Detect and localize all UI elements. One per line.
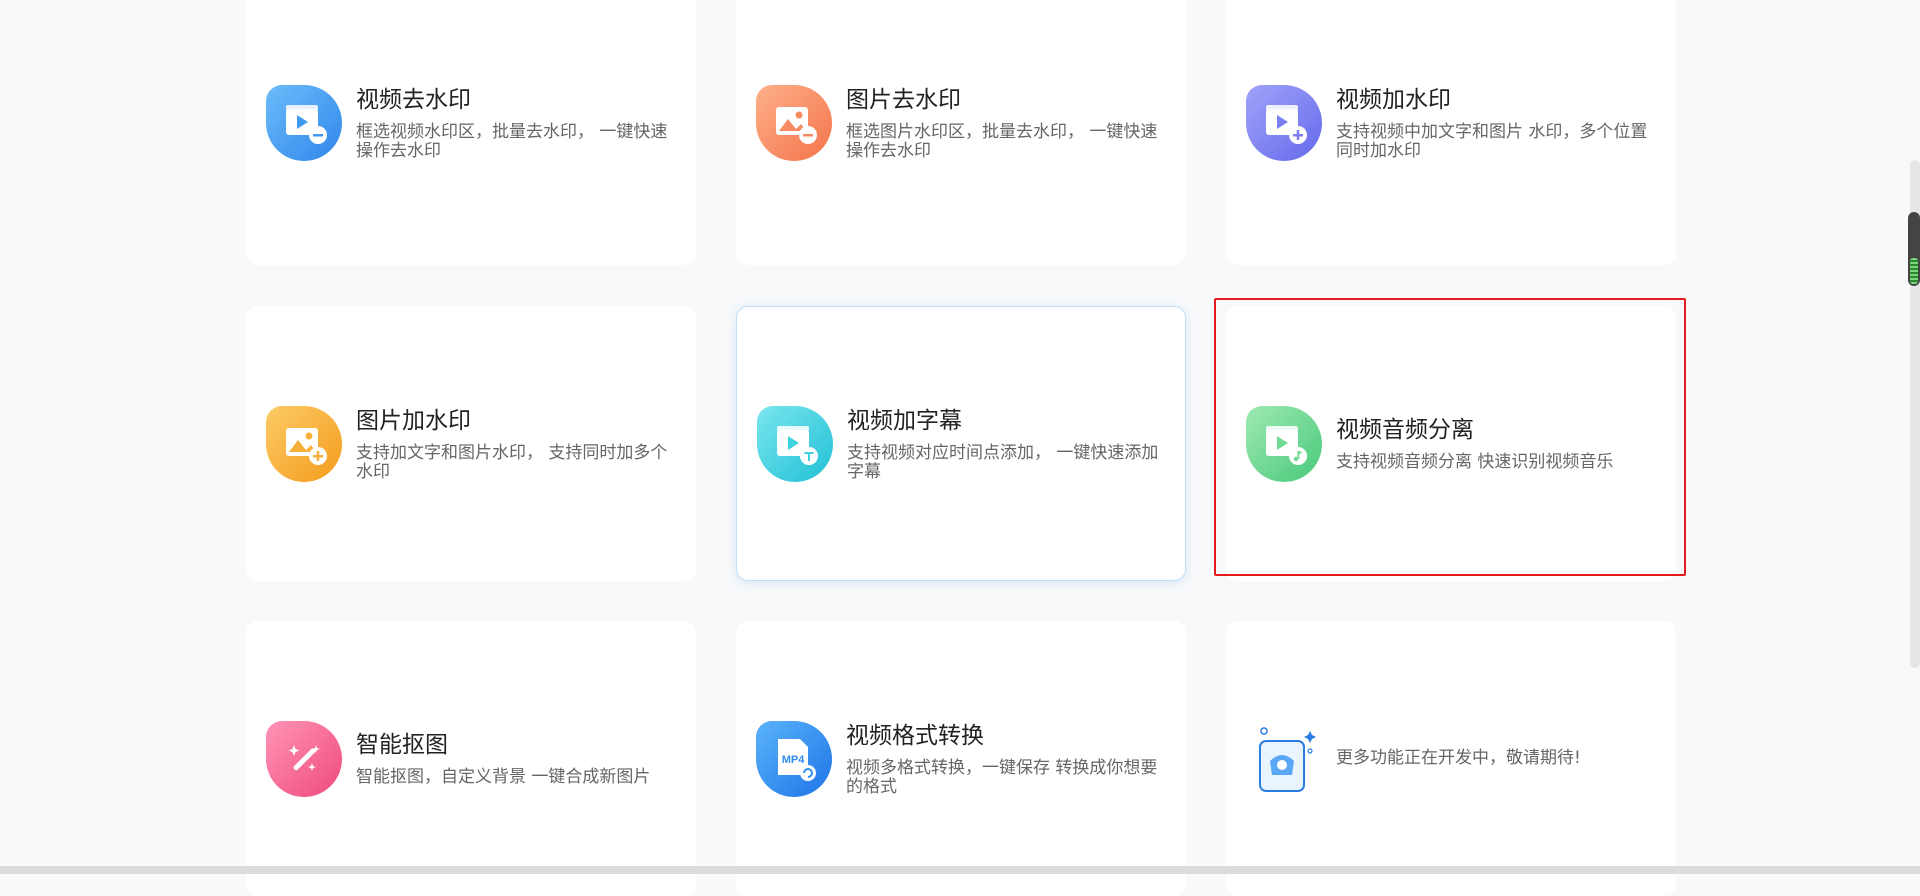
- video-subtitle-icon: [757, 405, 833, 482]
- card-title: 视频格式转换: [846, 722, 984, 749]
- card-desc: 支持加文字和图片水印， 支持同时加多个水印: [356, 442, 668, 482]
- card-video-remove-watermark[interactable]: 视频去水印 框选视频水印区，批量去水印， 一键快速操作去水印: [246, 0, 696, 265]
- mp4-convert-icon: MP4: [756, 720, 832, 797]
- horizontal-scrollbar[interactable]: [0, 866, 1920, 874]
- card-image-remove-watermark[interactable]: 图片去水印 框选图片水印区，批量去水印， 一键快速操作去水印: [736, 0, 1186, 265]
- card-title: 视频加字幕: [847, 407, 962, 434]
- image-remove-watermark-icon: [756, 84, 832, 161]
- scrollbar-grip: [1910, 258, 1918, 284]
- card-title: 智能抠图: [356, 732, 448, 758]
- video-add-watermark-icon: [1246, 84, 1322, 161]
- card-video-subtitle[interactable]: 视频加字幕 支持视频对应时间点添加， 一键快速添加字幕: [736, 306, 1186, 581]
- card-video-format-convert[interactable]: MP4 视频格式转换 视频多格式转换，一键保存 转换成你想要的格式: [736, 621, 1186, 896]
- card-desc: 框选视频水印区，批量去水印， 一键快速操作去水印: [356, 121, 668, 161]
- video-remove-watermark-icon: [266, 84, 342, 161]
- card-desc: 框选图片水印区，批量去水印， 一键快速操作去水印: [846, 121, 1158, 161]
- card-desc: 视频多格式转换，一键保存 转换成你想要的格式: [846, 757, 1158, 797]
- image-add-watermark-icon: [266, 405, 342, 482]
- card-audio-separation[interactable]: 视频音频分离 支持视频音频分离 快速识别视频音乐: [1226, 306, 1676, 581]
- coming-soon-illustration-icon: [1246, 721, 1322, 797]
- card-title: 视频音频分离: [1336, 417, 1474, 443]
- card-title: 图片加水印: [356, 407, 471, 434]
- card-desc: 智能抠图，自定义背景 一键合成新图片: [356, 767, 651, 787]
- card-image-add-watermark[interactable]: 图片加水印 支持加文字和图片水印， 支持同时加多个水印: [246, 306, 696, 581]
- mp4-badge-text: MP4: [782, 754, 806, 766]
- card-desc: 支持视频对应时间点添加， 一键快速添加字幕: [847, 442, 1159, 482]
- card-desc: 支持视频中加文字和图片 水印，多个位置同时加水印: [1336, 121, 1648, 161]
- card-video-add-watermark[interactable]: 视频加水印 支持视频中加文字和图片 水印，多个位置同时加水印: [1226, 0, 1676, 265]
- audio-separation-icon: [1246, 405, 1322, 482]
- card-title: 视频去水印: [356, 86, 471, 113]
- card-smart-cutout[interactable]: 智能抠图 智能抠图，自定义背景 一键合成新图片: [246, 621, 696, 896]
- card-coming-soon: 更多功能正在开发中，敬请期待!: [1226, 621, 1676, 896]
- magic-wand-icon: [266, 720, 342, 797]
- card-title: 图片去水印: [846, 86, 961, 113]
- card-title: 视频加水印: [1336, 86, 1451, 113]
- card-desc: 支持视频音频分离 快速识别视频音乐: [1336, 452, 1614, 472]
- coming-soon-text: 更多功能正在开发中，敬请期待!: [1336, 748, 1581, 768]
